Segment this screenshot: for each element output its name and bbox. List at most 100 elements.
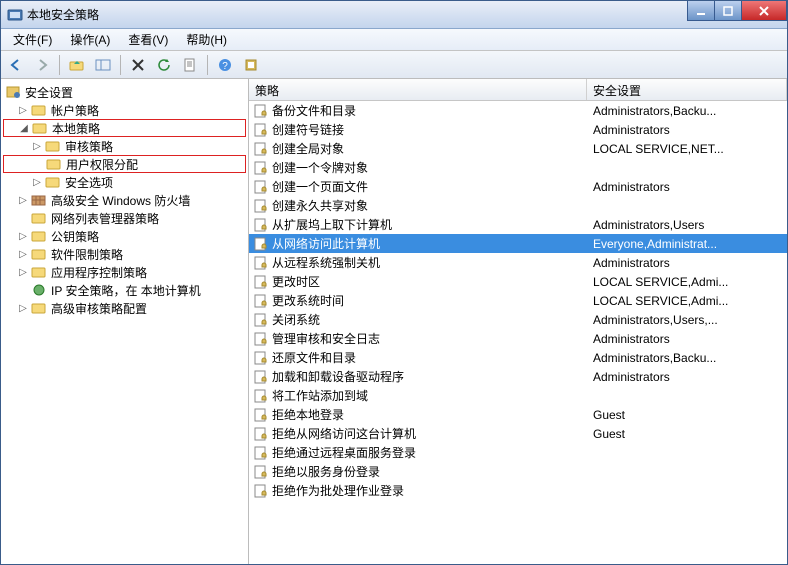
expand-icon[interactable]: ▷ bbox=[17, 105, 29, 116]
list-row[interactable]: 拒绝本地登录Guest bbox=[249, 405, 787, 424]
policy-name: 关闭系统 bbox=[272, 311, 320, 328]
list-row[interactable]: 创建全局对象LOCAL SERVICE,NET... bbox=[249, 139, 787, 158]
tree-nlm-policies[interactable]: 网络列表管理器策略 bbox=[3, 209, 246, 227]
help-button[interactable]: ? bbox=[214, 54, 236, 76]
col-policy[interactable]: 策略 bbox=[249, 79, 587, 100]
tree-software-restriction[interactable]: ▷ 软件限制策略 bbox=[3, 245, 246, 263]
menu-view[interactable]: 查看(V) bbox=[120, 29, 176, 50]
tree-user-rights[interactable]: 用户权限分配 bbox=[3, 155, 246, 173]
expand-icon[interactable]: ▷ bbox=[31, 177, 43, 188]
policy-name: 创建符号链接 bbox=[272, 121, 344, 138]
maximize-button[interactable] bbox=[714, 1, 742, 21]
policy-icon bbox=[253, 160, 269, 176]
expand-icon[interactable]: ▷ bbox=[17, 267, 29, 278]
list-row[interactable]: 拒绝通过远程桌面服务登录 bbox=[249, 443, 787, 462]
expand-icon[interactable]: ▷ bbox=[17, 249, 29, 260]
list-row[interactable]: 创建一个令牌对象 bbox=[249, 158, 787, 177]
security-icon bbox=[5, 84, 21, 100]
policy-icon bbox=[253, 179, 269, 195]
tree-app-control[interactable]: ▷ 应用程序控制策略 bbox=[3, 263, 246, 281]
tree-advanced-audit[interactable]: ▷ 高级审核策略配置 bbox=[3, 299, 246, 317]
list-row[interactable]: 更改时区LOCAL SERVICE,Admi... bbox=[249, 272, 787, 291]
policy-icon bbox=[253, 293, 269, 309]
app-icon bbox=[7, 7, 23, 23]
up-folder-button[interactable] bbox=[66, 54, 88, 76]
policy-icon bbox=[253, 198, 269, 214]
window-title: 本地安全策略 bbox=[27, 6, 99, 23]
policy-icon bbox=[253, 426, 269, 442]
menu-action[interactable]: 操作(A) bbox=[62, 29, 118, 50]
policy-icon bbox=[253, 103, 269, 119]
tree-pubkey-policies[interactable]: ▷ 公钥策略 bbox=[3, 227, 246, 245]
policy-setting: Everyone,Administrat... bbox=[587, 237, 787, 251]
properties-button[interactable] bbox=[240, 54, 262, 76]
refresh-button[interactable] bbox=[153, 54, 175, 76]
policy-setting: Administrators bbox=[587, 123, 787, 137]
policy-icon bbox=[253, 217, 269, 233]
list-row[interactable]: 从扩展坞上取下计算机Administrators,Users bbox=[249, 215, 787, 234]
back-button[interactable] bbox=[5, 54, 27, 76]
list-row[interactable]: 关闭系统Administrators,Users,... bbox=[249, 310, 787, 329]
expand-icon[interactable]: ▷ bbox=[17, 231, 29, 242]
policy-name: 将工作站添加到域 bbox=[272, 387, 368, 404]
list-row[interactable]: 更改系统时间LOCAL SERVICE,Admi... bbox=[249, 291, 787, 310]
list-row[interactable]: 管理审核和安全日志Administrators bbox=[249, 329, 787, 348]
collapse-icon[interactable]: ◢ bbox=[18, 123, 30, 134]
forward-button[interactable] bbox=[31, 54, 53, 76]
show-hide-tree-button[interactable] bbox=[92, 54, 114, 76]
list-row[interactable]: 拒绝以服务身份登录 bbox=[249, 462, 787, 481]
toolbar-separator bbox=[207, 55, 208, 75]
tree-security-options[interactable]: ▷ 安全选项 bbox=[3, 173, 246, 191]
policy-setting: Administrators,Backu... bbox=[587, 351, 787, 365]
list-row[interactable]: 拒绝作为批处理作业登录 bbox=[249, 481, 787, 500]
policy-name: 拒绝以服务身份登录 bbox=[272, 463, 380, 480]
expand-icon[interactable]: ▷ bbox=[17, 303, 29, 314]
policy-icon bbox=[253, 445, 269, 461]
tree-account-policies[interactable]: ▷ 帐户策略 bbox=[3, 101, 246, 119]
tree-ipsec[interactable]: IP 安全策略，在 本地计算机 bbox=[3, 281, 246, 299]
list-row[interactable]: 从网络访问此计算机 Everyone,Administrat... bbox=[249, 234, 787, 253]
policy-setting: Guest bbox=[587, 427, 787, 441]
policy-name: 创建全局对象 bbox=[272, 140, 344, 157]
tree-local-policies[interactable]: ◢ 本地策略 bbox=[3, 119, 246, 137]
menu-file[interactable]: 文件(F) bbox=[5, 29, 60, 50]
tree-pane[interactable]: 安全设置 ▷ 帐户策略 ◢ 本地策略 ▷ 审核策略 用户权限分配 ▷ 安全选项 bbox=[1, 79, 249, 564]
list-row[interactable]: 创建永久共享对象 bbox=[249, 196, 787, 215]
window-controls bbox=[688, 1, 787, 21]
list-row[interactable]: 拒绝从网络访问这台计算机Guest bbox=[249, 424, 787, 443]
tree-advanced-firewall[interactable]: ▷ 高级安全 Windows 防火墙 bbox=[3, 191, 246, 209]
folder-icon bbox=[31, 264, 47, 280]
folder-icon bbox=[31, 210, 47, 226]
list-row[interactable]: 将工作站添加到域 bbox=[249, 386, 787, 405]
list-row[interactable]: 创建符号链接 Administrators bbox=[249, 120, 787, 139]
list-row[interactable]: 还原文件和目录Administrators,Backu... bbox=[249, 348, 787, 367]
policy-icon bbox=[253, 483, 269, 499]
minimize-button[interactable] bbox=[687, 1, 715, 21]
tree-label: 应用程序控制策略 bbox=[49, 263, 149, 282]
list-body[interactable]: 备份文件和目录Administrators,Backu...创建符号链接 Admi… bbox=[249, 101, 787, 564]
delete-button[interactable] bbox=[127, 54, 149, 76]
toolbar-separator bbox=[120, 55, 121, 75]
expand-icon[interactable]: ▷ bbox=[17, 195, 29, 206]
export-list-button[interactable] bbox=[179, 54, 201, 76]
list-row[interactable]: 加载和卸载设备驱动程序Administrators bbox=[249, 367, 787, 386]
policy-setting: Administrators bbox=[587, 180, 787, 194]
close-button[interactable] bbox=[741, 1, 787, 21]
policy-setting: Administrators bbox=[587, 256, 787, 270]
col-setting[interactable]: 安全设置 bbox=[587, 79, 787, 100]
tree-label: 网络列表管理器策略 bbox=[49, 209, 161, 228]
menu-help[interactable]: 帮助(H) bbox=[178, 29, 235, 50]
tree-root[interactable]: 安全设置 bbox=[3, 83, 246, 101]
policy-icon bbox=[253, 122, 269, 138]
firewall-icon bbox=[31, 192, 47, 208]
list-row[interactable]: 备份文件和目录Administrators,Backu... bbox=[249, 101, 787, 120]
policy-name: 从网络访问此计算机 bbox=[272, 235, 380, 252]
tree-audit-policy[interactable]: ▷ 审核策略 bbox=[3, 137, 246, 155]
svg-text:?: ? bbox=[222, 61, 228, 72]
folder-icon bbox=[31, 246, 47, 262]
expand-icon[interactable]: ▷ bbox=[31, 141, 43, 152]
list-row[interactable]: 从远程系统强制关机Administrators bbox=[249, 253, 787, 272]
folder-icon bbox=[31, 228, 47, 244]
policy-name: 从扩展坞上取下计算机 bbox=[272, 216, 392, 233]
list-row[interactable]: 创建一个页面文件Administrators bbox=[249, 177, 787, 196]
